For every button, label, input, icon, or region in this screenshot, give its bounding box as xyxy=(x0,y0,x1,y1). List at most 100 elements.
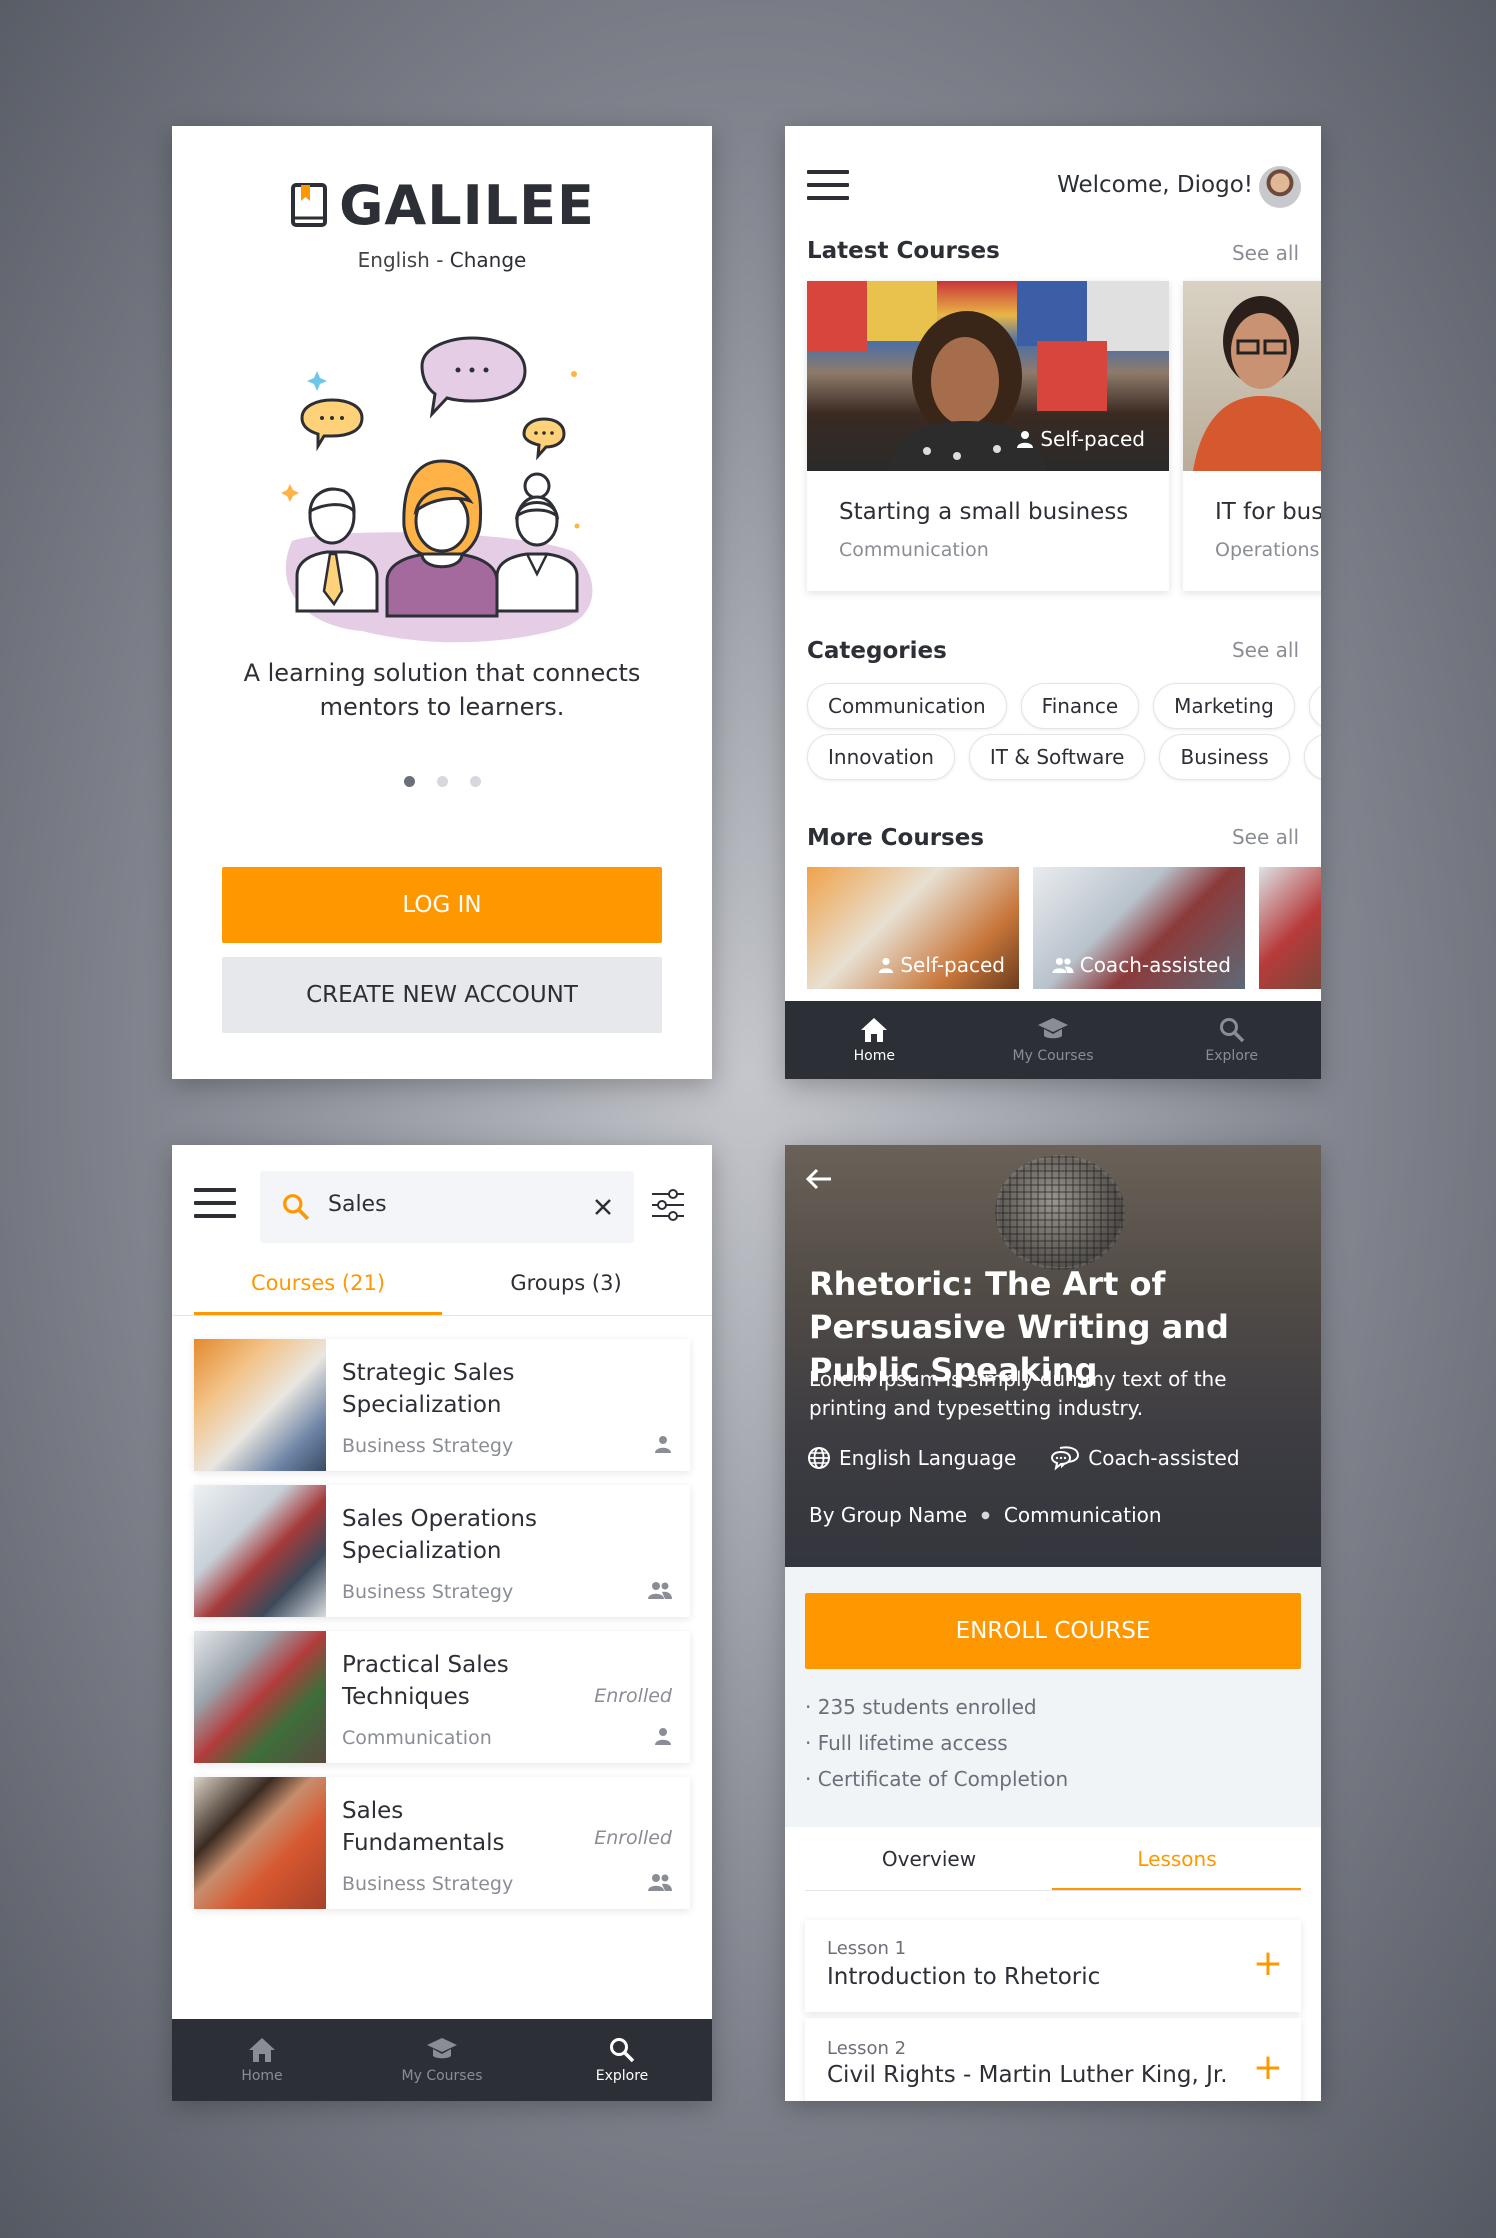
lesson-item[interactable]: Lesson 1 Introduction to Rhetoric + xyxy=(805,1920,1301,2012)
badge-label: Self-paced xyxy=(1040,427,1145,451)
result-image xyxy=(194,1339,326,1471)
enroll-button[interactable]: ENROLL COURSE xyxy=(805,1593,1301,1669)
nav-explore[interactable]: Explore xyxy=(532,2019,712,2101)
nav-explore[interactable]: Explore xyxy=(1142,1001,1321,1079)
carousel-dot-3[interactable] xyxy=(469,776,481,787)
category-chip[interactable]: Finance xyxy=(1020,683,1140,729)
lesson-item[interactable]: Lesson 2 Civil Rights - Martin Luther Ki… xyxy=(805,2018,1301,2101)
self-paced-badge: Self-paced xyxy=(1016,427,1145,451)
result-title: Sales Fundamentals xyxy=(342,1798,505,1856)
course-category: Communication xyxy=(839,539,989,561)
result-title: Practical Sales Techniques xyxy=(342,1652,509,1710)
search-input[interactable]: Sales xyxy=(260,1171,634,1243)
expand-plus-icon[interactable]: + xyxy=(1253,1946,1283,1982)
enroll-area: ENROLL COURSE · 235 students enrolled · … xyxy=(785,1567,1321,1827)
result-image xyxy=(194,1631,326,1763)
category-chip[interactable]: Communication xyxy=(807,683,1007,729)
result-title: Strategic Sales Specialization xyxy=(342,1360,515,1418)
chat-bubbles-icon xyxy=(1051,1446,1080,1471)
change-language-link[interactable]: Change xyxy=(450,248,527,272)
list-item[interactable]: Sales Fundamentals Business Strategy Enr… xyxy=(194,1777,690,1909)
mode-label: Coach-assisted xyxy=(1088,1446,1240,1470)
coach-assisted-badge: Coach-assisted xyxy=(1052,953,1231,977)
categories-see-all-link[interactable]: See all xyxy=(1232,638,1299,662)
nav-label: My Courses xyxy=(1012,1047,1094,1064)
result-title: Sales Operations Specialization xyxy=(342,1506,537,1564)
list-item[interactable]: Sales Operations Specialization Business… xyxy=(194,1485,690,1617)
brand-logo: GALILEE xyxy=(172,174,712,237)
globe-icon xyxy=(808,1447,830,1469)
result-category: Communication xyxy=(342,1727,492,1749)
tab-groups[interactable]: Groups (3) xyxy=(442,1271,690,1295)
category-link[interactable]: Communication xyxy=(1004,1503,1162,1527)
enrolled-label: Enrolled xyxy=(594,1685,672,1707)
search-icon xyxy=(1219,1017,1244,1042)
group-icon xyxy=(1052,957,1074,973)
welcome-text: Welcome, Diogo! xyxy=(1057,172,1253,198)
more-course-card[interactable] xyxy=(1259,867,1321,989)
bullet-text: 235 students enrolled xyxy=(817,1695,1037,1719)
nav-home[interactable]: Home xyxy=(172,2019,352,2101)
list-item[interactable]: Practical Sales Techniques Communication… xyxy=(194,1631,690,1763)
course-card[interactable]: Self-paced Starting a small business Com… xyxy=(807,281,1169,591)
category-chip[interactable]: Innovation xyxy=(807,734,955,780)
expand-plus-icon[interactable]: + xyxy=(1253,2050,1283,2086)
group-icon xyxy=(648,1582,672,1599)
category-chip[interactable]: IT & Software xyxy=(968,734,1146,780)
person-icon xyxy=(879,957,894,973)
nav-home[interactable]: Home xyxy=(785,1001,964,1079)
course-name: IT for bus xyxy=(1215,499,1321,525)
course-description: Lorem Ipsum is simply dummy text of the … xyxy=(809,1367,1227,1420)
result-category: Business Strategy xyxy=(342,1435,514,1457)
filter-icon[interactable] xyxy=(651,1189,685,1221)
course-image: Self-paced xyxy=(807,281,1169,471)
group-icon xyxy=(648,1874,672,1891)
course-meta: English Language Coach-assisted xyxy=(807,1445,1240,1471)
result-image xyxy=(194,1485,326,1617)
nav-label: Home xyxy=(241,2067,283,2084)
list-item[interactable]: Strategic Sales Specialization Business … xyxy=(194,1339,690,1471)
category-chip[interactable]: Marketing xyxy=(1153,683,1295,729)
tab-lessons[interactable]: Lessons xyxy=(1053,1847,1301,1871)
category-chip[interactable]: E xyxy=(1308,683,1321,729)
category-chip[interactable]: C xyxy=(1303,734,1321,780)
menu-icon[interactable] xyxy=(194,1188,236,1227)
avatar[interactable] xyxy=(1259,166,1301,208)
menu-icon[interactable] xyxy=(807,170,849,209)
nav-my-courses[interactable]: My Courses xyxy=(964,1001,1143,1079)
home-screen: Welcome, Diogo! Latest Courses See all S… xyxy=(785,126,1321,1079)
latest-courses-title: Latest Courses xyxy=(807,238,1000,264)
carousel-dot-2[interactable] xyxy=(436,776,448,787)
badge-label: Self-paced xyxy=(900,953,1005,977)
latest-see-all-link[interactable]: See all xyxy=(1232,241,1299,265)
tab-overview[interactable]: Overview xyxy=(805,1847,1053,1871)
search-icon xyxy=(283,1194,310,1221)
microphone-image xyxy=(995,1155,1125,1270)
nav-label: Home xyxy=(853,1047,895,1064)
create-account-button[interactable]: CREATE NEW ACCOUNT xyxy=(222,957,662,1033)
graduation-cap-icon xyxy=(1038,1017,1068,1038)
graduation-cap-icon xyxy=(427,2037,457,2058)
clear-icon[interactable] xyxy=(594,1198,612,1216)
nav-label: My Courses xyxy=(401,2067,483,2084)
back-arrow-icon[interactable] xyxy=(805,1167,833,1191)
language-label: English xyxy=(357,248,430,272)
carousel-dot-1[interactable] xyxy=(403,776,415,787)
more-course-card[interactable]: Self-paced xyxy=(807,867,1019,989)
result-image xyxy=(194,1777,326,1909)
more-course-card[interactable]: Coach-assisted xyxy=(1033,867,1245,989)
search-query: Sales xyxy=(328,1192,387,1217)
more-see-all-link[interactable]: See all xyxy=(1232,825,1299,849)
course-card[interactable]: IT for bus Operations xyxy=(1183,281,1321,591)
course-hero: Rhetoric: The Art of Persuasive Writing … xyxy=(785,1145,1321,1567)
course-image xyxy=(1183,281,1321,471)
nav-my-courses[interactable]: My Courses xyxy=(352,2019,532,2101)
mode-info: Coach-assisted xyxy=(1050,1445,1240,1471)
login-button[interactable]: LOG IN xyxy=(222,867,662,943)
group-name-link[interactable]: By Group Name xyxy=(809,1503,967,1527)
category-chip[interactable]: Business xyxy=(1159,734,1290,780)
language-selector: English - Change xyxy=(172,248,712,272)
tab-courses[interactable]: Courses (21) xyxy=(194,1271,442,1295)
lesson-name: Introduction to Rhetoric xyxy=(827,1964,1101,1990)
tagline: A learning solution that connects mentor… xyxy=(243,659,641,721)
